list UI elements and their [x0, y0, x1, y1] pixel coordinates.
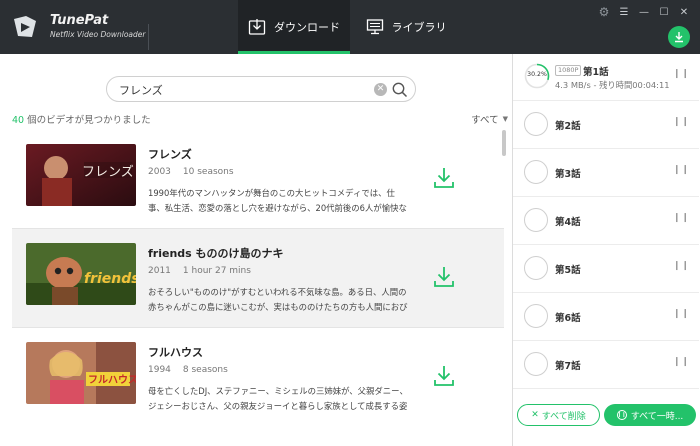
row-detail: 10 seasons [182, 167, 234, 177]
row-detail: 8 seasons [182, 365, 228, 375]
row-title: フルハウス [148, 346, 203, 359]
download-icon[interactable] [431, 363, 457, 389]
download-speed: 4.3 MB/s - 残り時間00:04:11 [555, 80, 670, 90]
queue-footer: ✕ すべて削除 ❙❙ すべて一時... [513, 398, 699, 446]
row-year: 2011 [148, 266, 171, 276]
title-bar: TunePat Netflix Video Downloader ダウンロード … [0, 0, 700, 54]
gear-icon[interactable]: ⚙ [594, 4, 614, 20]
row-year: 2003 [148, 167, 171, 177]
pending-circle-icon [524, 256, 548, 280]
delete-all-label: すべて削除 [541, 411, 586, 422]
clear-search-icon[interactable]: ✕ [374, 83, 387, 96]
tab-library[interactable]: ライブラリ [350, 0, 462, 54]
queue-item: 第5話 ❙❙ [513, 246, 699, 293]
result-row: friends friends もののけ島のナキ 2011 1 hour 27 m… [12, 229, 504, 327]
download-icon[interactable] [431, 264, 457, 290]
result-count-text: 40 個のビデオが見つかりました [12, 112, 151, 126]
download-queue-button[interactable] [668, 26, 690, 48]
maximize-icon[interactable]: ☐ [654, 4, 674, 20]
row-description: 母を亡くしたDJ、ステファニー、ミシェルの三姉妹が、父親ダニー、ジェシーおじさん… [148, 386, 408, 411]
queue-item-title: 第1話 [583, 67, 609, 78]
pause-all-label: すべて一時... [630, 411, 684, 422]
pause-icon[interactable]: ❙❙ [673, 69, 690, 79]
row-description: おそろしい"もののけ"がすむといわれる不気味な島。ある日、人間の赤ちゃんがこの島… [148, 287, 408, 312]
app-subtitle: Netflix Video Downloader [50, 30, 146, 39]
search-panel: ✕ 40 個のビデオが見つかりました すべて ▼ フレンズ フレンズ [0, 54, 512, 446]
queue-item: 第4話 ❙❙ [513, 198, 699, 245]
sort-dropdown[interactable]: すべて ▼ [471, 112, 508, 126]
queue-item-title: 第4話 [555, 217, 581, 228]
queue-item: 30.2% 1080P 第1話 4.3 MB/s - 残り時間00:04:11 … [513, 54, 699, 101]
library-monitor-icon [366, 19, 383, 35]
pause-icon[interactable]: ❙❙ [673, 117, 690, 127]
sort-label: すべて [471, 115, 499, 126]
row-meta: 2003 10 seasons [148, 167, 234, 177]
tunepat-logo-icon [14, 16, 36, 37]
result-count: 40 [12, 115, 25, 126]
search-box: ✕ [106, 76, 416, 102]
pause-circle-icon: ❙❙ [616, 410, 627, 420]
row-detail: 1 hour 27 mins [182, 266, 251, 276]
tab-library-label: ライブラリ [391, 21, 447, 34]
queue-item-title: 第6話 [555, 313, 581, 324]
window-controls: ⚙ ☰ — ☐ ✕ [594, 4, 694, 20]
x-icon: ✕ [531, 410, 539, 420]
download-arrow-icon [675, 32, 683, 43]
row-title: friends もののけ島のナキ [148, 247, 284, 260]
download-queue-panel: 30.2% 1080P 第1話 4.3 MB/s - 残り時間00:04:11 … [512, 54, 700, 446]
pause-icon[interactable]: ❙❙ [673, 357, 690, 367]
quality-badge: 1080P [555, 65, 582, 76]
pending-circle-icon [524, 304, 548, 328]
pending-circle-icon [524, 352, 548, 376]
row-meta: 2011 1 hour 27 mins [148, 266, 251, 276]
result-row: フレンズ フレンズ 2003 10 seasons 1990年代のマンハッタンが舞… [12, 130, 504, 228]
queue-item-title: 第3話 [555, 169, 581, 180]
pause-icon[interactable]: ❙❙ [673, 213, 690, 223]
thumbnail-friends: フレンズ [26, 144, 136, 206]
result-count-suffix: 個のビデオが見つかりました [24, 115, 151, 126]
brand-divider [148, 24, 149, 50]
results-list: フレンズ フレンズ 2003 10 seasons 1990年代のマンハッタンが舞… [12, 130, 504, 446]
pause-icon[interactable]: ❙❙ [673, 165, 690, 175]
svg-text:friends: friends [84, 271, 136, 287]
brand: TunePat Netflix Video Downloader [12, 10, 149, 50]
tab-download[interactable]: ダウンロード [238, 0, 350, 54]
progress-percent: 30.2% [527, 71, 547, 78]
svg-text:フレンズ: フレンズ [82, 164, 134, 180]
results-scrollbar[interactable] [502, 130, 508, 446]
row-meta: 1994 8 seasons [148, 365, 228, 375]
download-tab-icon [248, 19, 266, 35]
pause-all-button[interactable]: ❙❙ すべて一時... [604, 404, 696, 426]
download-icon[interactable] [431, 165, 457, 191]
search-input[interactable] [119, 81, 369, 99]
queue-item-title: 第7話 [555, 361, 581, 372]
queue-item: 第3話 ❙❙ [513, 150, 699, 197]
thumbnail-friends-mononoke: friends [26, 243, 136, 305]
pending-circle-icon [524, 160, 548, 184]
result-row: フルハウス フルハウス 1994 8 seasons 母を亡くしたDJ、ステファニ… [12, 328, 504, 426]
row-description: 1990年代のマンハッタンが舞台のこの大ヒットコメディでは、仕事、私生活、恋愛の… [148, 188, 407, 213]
row-year: 1994 [148, 365, 171, 375]
queue-item: 第7話 ❙❙ [513, 342, 699, 389]
svg-text:フルハウス: フルハウス [88, 374, 136, 386]
thumbnail-full-house: フルハウス [26, 342, 136, 404]
queue-item: 第2話 ❙❙ [513, 102, 699, 149]
delete-all-button[interactable]: ✕ すべて削除 [517, 404, 600, 426]
queue-item-title: 第5話 [555, 265, 581, 276]
menu-icon[interactable]: ☰ [614, 4, 634, 20]
results-scrollbar-thumb[interactable] [502, 130, 506, 156]
queue-item: 第6話 ❙❙ [513, 294, 699, 341]
caret-down-icon: ▼ [502, 115, 508, 123]
row-title: フレンズ [148, 148, 192, 161]
tab-download-label: ダウンロード [274, 21, 340, 34]
pending-circle-icon [524, 208, 548, 232]
search-icon[interactable] [391, 81, 409, 99]
pause-icon[interactable]: ❙❙ [673, 261, 690, 271]
pause-icon[interactable]: ❙❙ [673, 309, 690, 319]
pending-circle-icon [524, 112, 548, 136]
minimize-icon[interactable]: — [634, 4, 654, 20]
queue-item-title: 第2話 [555, 121, 581, 132]
app-name: TunePat [50, 13, 109, 28]
close-icon[interactable]: ✕ [674, 4, 694, 20]
